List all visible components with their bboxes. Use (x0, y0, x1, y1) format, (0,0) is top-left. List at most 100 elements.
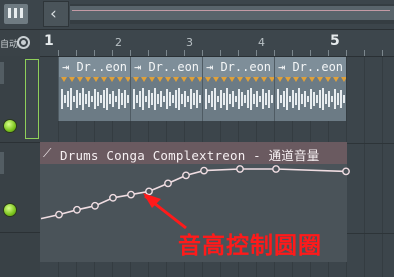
automation-line[interactable] (40, 168, 347, 220)
note-markers (203, 77, 274, 82)
waveform (133, 88, 201, 110)
record-target-icon[interactable] (17, 36, 30, 49)
timeline-ruler[interactable]: 1 2 3 4 5 (40, 30, 394, 57)
note-marker (133, 77, 139, 82)
note-marker (213, 77, 219, 82)
waveform-bar (61, 89, 63, 109)
automation-point[interactable] (109, 193, 117, 202)
drum-clip[interactable]: ⇥ Dr..eon (58, 57, 130, 121)
note-marker (117, 77, 123, 82)
ruler-tick (148, 50, 149, 56)
waveform-bar (271, 95, 273, 103)
waveform-bar (133, 89, 135, 109)
waveform-bar (331, 96, 333, 102)
drum-clip[interactable]: ⇥ Dr..eon (202, 57, 274, 121)
note-marker (157, 77, 163, 82)
ruler-tick (58, 50, 59, 56)
automation-point[interactable] (236, 165, 244, 173)
clip-header[interactable]: ⇥ Dr..eon (203, 57, 274, 77)
waveform-bar (166, 89, 168, 109)
waveform-bar (208, 95, 210, 103)
waveform-bar (112, 91, 114, 107)
waveform-bar (328, 91, 330, 107)
ruler-tick (202, 50, 203, 56)
automation-point[interactable] (182, 171, 190, 180)
automation-point[interactable] (55, 210, 63, 219)
bar-number-4: 4 (258, 36, 265, 49)
automation-point[interactable] (164, 179, 172, 188)
note-marker (69, 77, 75, 82)
waveform-bar (193, 93, 195, 105)
drum-clip[interactable]: ⇥ Dr..eon (130, 57, 202, 121)
ruler-tick (238, 50, 239, 56)
waveform-bar (337, 93, 339, 105)
waveform-bar (250, 88, 252, 110)
automation-point[interactable] (272, 165, 280, 173)
chevron-left-icon: ‹ (50, 4, 57, 24)
waveform-bar (103, 90, 105, 108)
bar-number-3: 3 (186, 36, 193, 49)
track-divider (0, 142, 40, 143)
waveform-bar (121, 93, 123, 105)
ruler-tick (328, 50, 329, 56)
waveform-bar (310, 89, 312, 109)
waveform-bar (124, 90, 126, 108)
waveform-bar (217, 96, 219, 102)
automation-point[interactable] (127, 190, 135, 199)
waveform-bar (238, 89, 240, 109)
horizontal-scrollbar[interactable] (70, 4, 394, 24)
track-resize-handle[interactable] (0, 62, 4, 84)
clip-header[interactable]: ⇥ Dr..eon (131, 57, 202, 77)
note-marker (309, 77, 315, 82)
track-2-mute-led[interactable] (4, 204, 16, 216)
waveform-bar (229, 94, 231, 104)
clip-header[interactable]: ⇥ Dr..eon (59, 57, 130, 77)
waveform-bar (283, 91, 285, 107)
automation-point[interactable] (342, 167, 350, 176)
note-marker (317, 77, 323, 82)
drum-clip[interactable]: ⇥ Dr..eon (274, 57, 346, 121)
clip-label: ⇥ Dr..eon (134, 60, 200, 74)
automation-point[interactable] (200, 166, 208, 175)
automation-point[interactable] (91, 201, 99, 210)
note-marker (221, 77, 227, 82)
song-overview-line (72, 10, 390, 11)
waveform-bar (253, 94, 255, 104)
waveform-bar (145, 96, 147, 102)
waveform-bar (259, 96, 261, 102)
track-1-mute-led[interactable] (4, 120, 16, 132)
waveform-bar (178, 88, 180, 110)
ruler-tick (220, 50, 221, 56)
automation-point[interactable] (145, 187, 153, 196)
waveform-bar (157, 94, 159, 104)
waveform-bar (181, 94, 183, 104)
waveform-bar (289, 96, 291, 102)
note-marker (229, 77, 235, 82)
note-marker (173, 77, 179, 82)
ruler-tick (256, 50, 257, 56)
waveform-bar (199, 95, 201, 103)
automation-point[interactable] (73, 205, 81, 214)
note-marker (253, 77, 259, 82)
waveform-bar (322, 88, 324, 110)
waveform-bar (85, 94, 87, 104)
waveform-bar (190, 89, 192, 109)
clip-header[interactable]: ⇥ Dr..eon (275, 57, 346, 77)
note-marker (189, 77, 195, 82)
piano-keys-icon[interactable] (4, 4, 28, 24)
note-marker (77, 77, 83, 82)
waveform-bar (118, 89, 120, 109)
track-selection-frame[interactable] (25, 59, 39, 139)
waveform-bar (154, 88, 156, 110)
waveform-bar (211, 91, 213, 107)
waveform (205, 88, 273, 110)
scroll-left-button[interactable]: ‹ (43, 1, 69, 27)
waveform-bar (280, 95, 282, 103)
waveform-bar (256, 91, 258, 107)
waveform-bar (151, 93, 153, 105)
scrollbar-thumb[interactable] (70, 6, 394, 20)
note-marker (205, 77, 211, 82)
waveform-bar (100, 95, 102, 103)
note-markers (131, 77, 202, 82)
track-resize-handle[interactable] (0, 152, 4, 174)
